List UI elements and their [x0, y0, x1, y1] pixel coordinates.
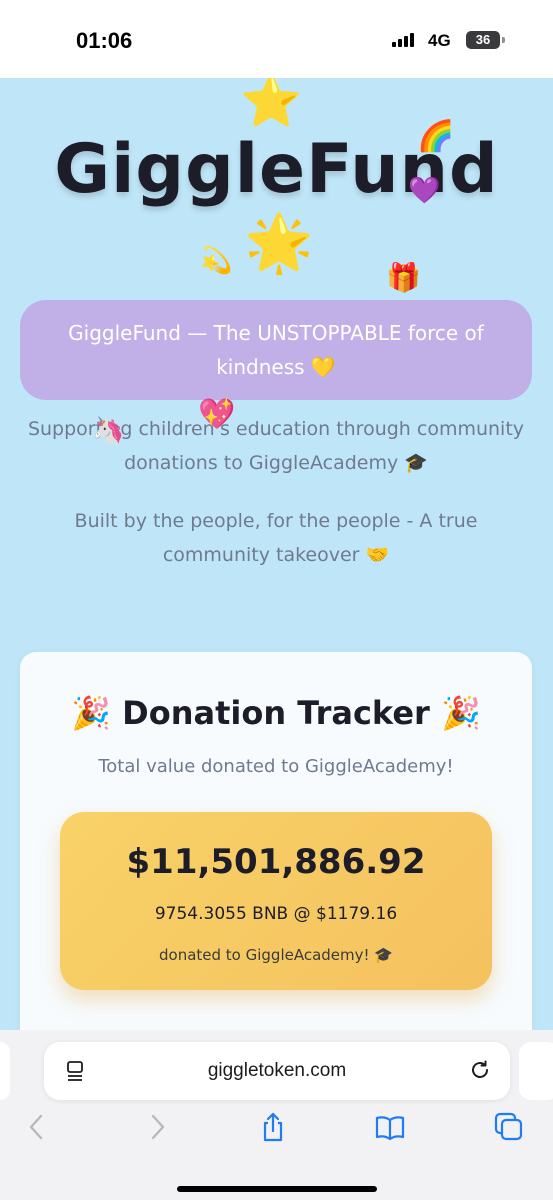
purple-heart-icon: 💜 — [408, 176, 441, 206]
reload-icon[interactable] — [468, 1058, 492, 1082]
sparkling-heart-icon: 💖 — [198, 397, 236, 432]
donation-amount-box: $11,501,886.92 9754.3055 BNB @ $1179.16 … — [60, 812, 492, 990]
tracker-title-text: Donation Tracker — [122, 694, 430, 732]
next-tab-peek[interactable] — [519, 1042, 553, 1100]
previous-tab-peek[interactable] — [0, 1042, 10, 1100]
signal-icon — [392, 33, 414, 47]
donated-to-label: donated to GiggleAcademy! 🎓 — [159, 946, 393, 964]
forward-icon[interactable] — [142, 1112, 172, 1142]
battery-tip — [502, 37, 505, 43]
party-popper-icon: 🎉 — [440, 694, 481, 732]
gift-icon: 🎁 — [386, 261, 421, 294]
tagline-text: GiggleFund — The UNSTOPPABLE force of ki… — [68, 321, 484, 379]
brand-title: GiggleFund — [54, 130, 499, 209]
party-popper-icon: 🎉 — [71, 694, 112, 732]
status-bar: 01:06 4G 36 — [0, 0, 553, 78]
back-icon[interactable] — [22, 1112, 52, 1142]
address-bar[interactable]: giggletoken.com — [44, 1042, 510, 1100]
status-time: 01:06 — [76, 28, 133, 53]
share-icon[interactable] — [258, 1112, 288, 1142]
tagline-pill: GiggleFund — The UNSTOPPABLE force of ki… — [20, 300, 532, 400]
tabs-icon[interactable] — [494, 1112, 524, 1142]
dizzy-star-icon: 💫 — [200, 246, 233, 276]
web-page: ⭐ 🌈 GiggleFund 💜 🌟 💫 🎁 GiggleFund — The … — [0, 78, 553, 1108]
tracker-subtitle: Total value donated to GiggleAcademy! — [98, 756, 454, 777]
bnb-amount: 9754.3055 BNB @ $1179.16 — [154, 904, 398, 924]
battery-icon: 36 — [466, 31, 500, 49]
bookmarks-icon[interactable] — [375, 1112, 405, 1142]
star-icon: ⭐ — [240, 78, 303, 130]
tracker-title: 🎉 Donation Tracker 🎉 — [20, 694, 532, 732]
browser-toolbar: giggletoken.com — [0, 1030, 553, 1200]
home-indicator — [177, 1186, 377, 1192]
donation-total: $11,501,886.92 — [126, 842, 426, 882]
unicorn-icon: 🦄 — [92, 416, 125, 446]
url-text[interactable]: giggletoken.com — [44, 1060, 510, 1082]
glowing-star-icon: 🌟 — [244, 211, 314, 276]
network-type: 4G — [428, 31, 451, 50]
community-description: Built by the people, for the people - A … — [74, 510, 478, 566]
